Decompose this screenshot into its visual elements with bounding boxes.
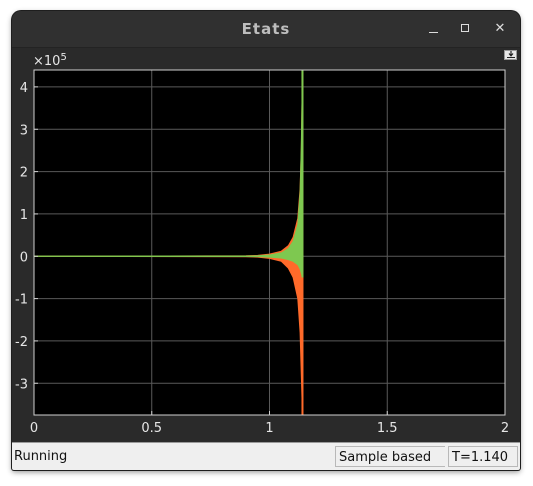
close-icon: ✕ [494,21,506,36]
title-bar[interactable]: Etats ✕ [12,11,520,48]
grid [33,70,506,415]
y-tick-label: -2 [15,335,28,350]
x-tick-label: 0 [30,421,38,436]
x-tick-label: 1 [265,421,273,436]
close-button[interactable]: ✕ [490,19,510,39]
minimize-icon [429,32,438,33]
y-tick-label: 3 [20,123,28,138]
chart: 0 0.5 1 1.5 2 4 3 2 1 0 -1 -2 -3 ×105 [15,52,509,436]
x-tick-label: 2 [501,421,509,436]
maximize-button[interactable] [456,19,476,39]
y-tick-label: -1 [15,293,28,308]
minimize-button[interactable] [424,19,444,39]
status-state: Running [14,449,68,464]
exponent-base: ×10 [33,54,60,69]
y-tick-label: 0 [20,250,28,265]
scope-window: Etats ✕ 0 0.5 1 1.5 2 4 3 2 1 0 -1 -2 -3 ×105 Runnin… [12,11,520,470]
status-bar: Running Sample based T=1.140 [12,442,520,470]
maximize-icon [461,24,469,32]
status-mode: Sample based [335,446,445,467]
exponent-label: ×105 [33,52,67,69]
y-tick-label: -3 [15,377,28,392]
x-tick-label: 0.5 [141,421,162,436]
status-time: T=1.140 [448,446,518,467]
y-tick-label: 4 [20,81,28,96]
x-tick-label: 1.5 [377,421,398,436]
exponent-power: 5 [60,52,66,63]
y-tick-label: 1 [20,208,28,223]
y-tick-label: 2 [20,166,28,181]
